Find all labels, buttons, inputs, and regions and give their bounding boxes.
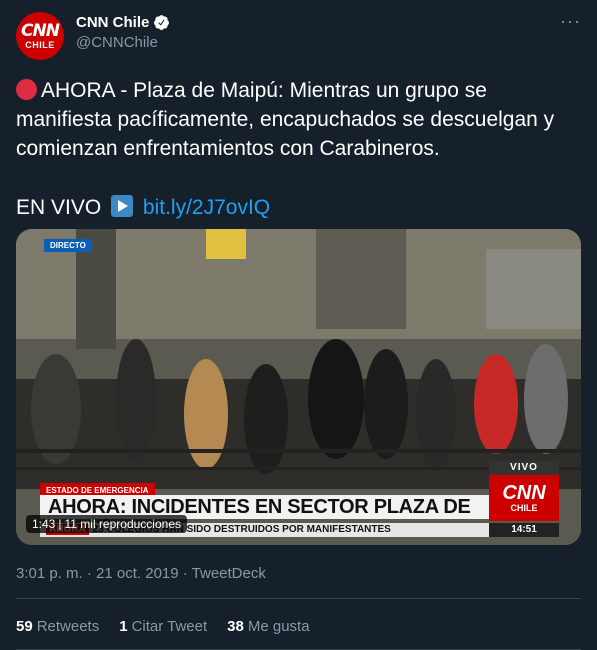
play-button-icon xyxy=(111,195,134,217)
tweet-timestamp[interactable]: 3:01 p. m. · 21 oct. 2019 · TweetDeck xyxy=(16,565,266,582)
retweets-label: Retweets xyxy=(36,618,100,635)
retweets-count: 59 xyxy=(16,618,33,635)
likes-count: 38 xyxy=(227,618,244,635)
author-block: CNN Chile @CNNChile xyxy=(76,14,170,51)
video-player[interactable]: DIRECTO ESTADO DE EMERGENCIA AHORA: INCI… xyxy=(16,229,581,545)
display-name-row[interactable]: CNN Chile xyxy=(76,14,170,31)
directo-badge: DIRECTO xyxy=(44,239,92,252)
handle[interactable]: @CNNChile xyxy=(76,34,170,51)
tweet-body: AHORA - Plaza de Maipú: Mientras un grup… xyxy=(16,79,555,160)
separator: | xyxy=(58,517,62,531)
vivo-label: VIVO xyxy=(489,461,559,475)
cnn-chile-logo: CNN CHILE xyxy=(489,475,559,521)
live-line: EN VIVO bit.ly/2J7ovIQ xyxy=(16,193,581,222)
quotes-stat[interactable]: 1 Citar Tweet xyxy=(119,618,207,635)
more-options-icon[interactable]: ··· xyxy=(560,12,581,30)
likes-stat[interactable]: 38 Me gusta xyxy=(227,618,309,635)
live-label: EN VIVO xyxy=(16,196,102,219)
quotes-label: Citar Tweet xyxy=(131,618,208,635)
tweet-link[interactable]: bit.ly/2J7ovIQ xyxy=(143,196,270,219)
red-circle-icon xyxy=(16,79,37,100)
display-name[interactable]: CNN Chile xyxy=(76,14,149,31)
broadcast-clock: 14:51 xyxy=(489,523,559,537)
avatar[interactable]: CNN CHILE xyxy=(16,12,64,60)
video-duration: 1:43 xyxy=(32,517,56,531)
cnn-logo-text: CNN xyxy=(502,482,546,504)
quotes-count: 1 xyxy=(119,618,128,635)
view-count: 11 mil reproducciones xyxy=(64,517,181,531)
chile-logo-text: CHILE xyxy=(510,503,538,513)
likes-label: Me gusta xyxy=(247,618,310,635)
tweet-stats: 59 Retweets 1 Citar Tweet 38 Me gusta xyxy=(16,618,310,635)
tweet-text: AHORA - Plaza de Maipú: Mientras un grup… xyxy=(16,76,581,222)
verified-badge-icon xyxy=(154,15,170,30)
divider-top xyxy=(16,598,581,599)
video-duration-badge: 1:43 | 11 mil reproducciones xyxy=(26,515,187,533)
avatar-sub: CHILE xyxy=(25,39,55,50)
avatar-logo: CNN xyxy=(21,20,60,41)
retweets-stat[interactable]: 59 Retweets xyxy=(16,618,99,635)
